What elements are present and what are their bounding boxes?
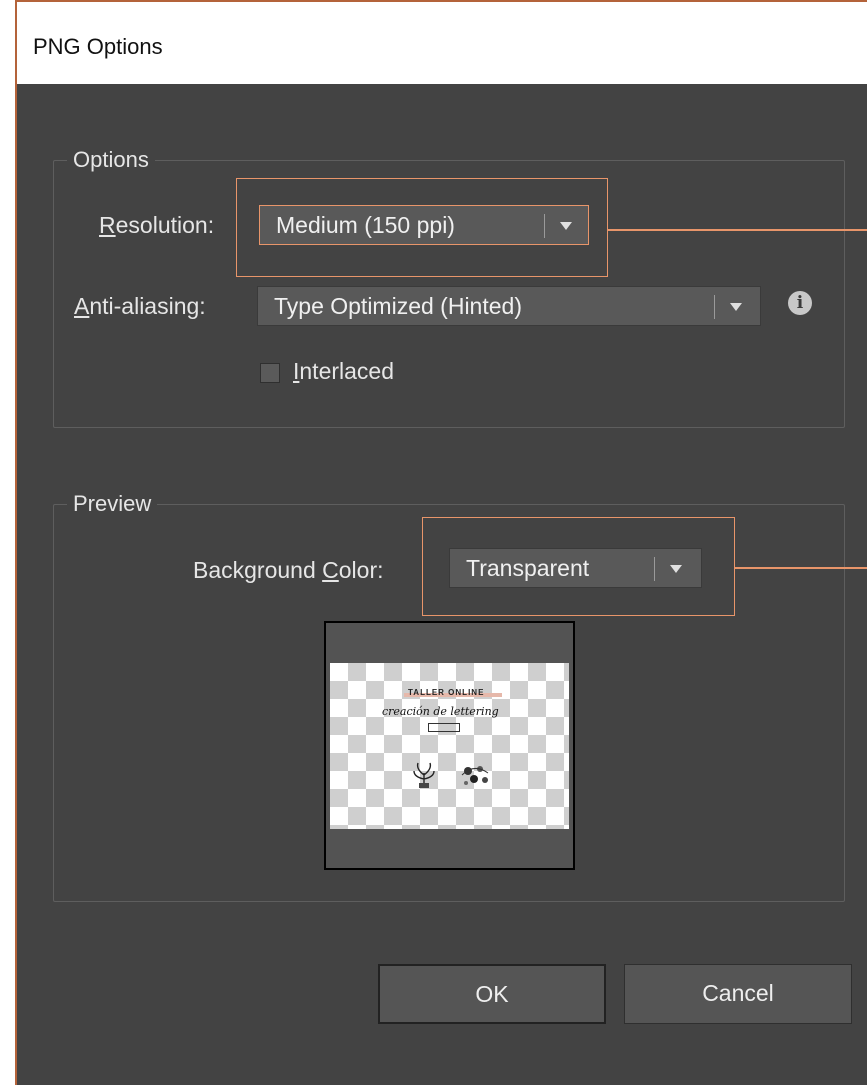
antialiasing-label-text: nti-aliasing: — [89, 293, 206, 319]
background-color-mnemonic: C — [322, 557, 339, 583]
preview-thumbnail: TALLER ONLINE creación de lettering — [330, 663, 569, 829]
artwork-plant-icon — [413, 762, 435, 788]
background-color-label-text: Background — [193, 557, 323, 583]
antialiasing-dropdown[interactable]: Type Optimized (Hinted) — [257, 286, 761, 326]
resolution-label-text: esolution: — [115, 212, 215, 238]
ok-button[interactable]: OK — [378, 964, 606, 1024]
artwork-floral-icon — [461, 766, 489, 785]
artwork-badge — [428, 723, 460, 732]
artwork-title: TALLER ONLINE — [408, 688, 485, 697]
antialiasing-value: Type Optimized (Hinted) — [274, 293, 522, 319]
preview-frame: TALLER ONLINE creación de lettering — [324, 621, 575, 870]
chevron-down-icon — [730, 303, 742, 311]
antialiasing-mnemonic: A — [74, 293, 90, 319]
info-icon[interactable]: i — [788, 291, 812, 315]
resolution-mnemonic: R — [99, 212, 116, 238]
dialog-title: PNG Options — [33, 34, 163, 59]
interlaced-checkbox[interactable] — [260, 363, 280, 383]
background-color-highlight-box — [422, 517, 735, 616]
dropdown-separator — [714, 295, 715, 319]
resolution-callout-line — [608, 229, 867, 231]
artwork-script: creación de lettering — [382, 705, 499, 718]
background-color-callout-line — [735, 567, 867, 569]
resolution-label: Resolution: — [99, 212, 214, 239]
background-color-label: Background Color: — [193, 557, 384, 584]
title-bar[interactable]: PNG Options — [17, 2, 867, 84]
interlaced-label-text: nterlaced — [299, 358, 395, 384]
interlaced-label[interactable]: Interlaced — [293, 358, 394, 385]
resolution-highlight-box — [236, 178, 608, 277]
png-options-dialog: PNG Options Options Resolution: Medium (… — [15, 0, 867, 1085]
background-color-label-rest: olor: — [338, 557, 384, 583]
preview-legend: Preview — [67, 491, 158, 517]
cancel-button[interactable]: Cancel — [624, 964, 852, 1024]
antialiasing-label: Anti-aliasing: — [74, 293, 206, 320]
options-legend: Options — [67, 147, 155, 173]
